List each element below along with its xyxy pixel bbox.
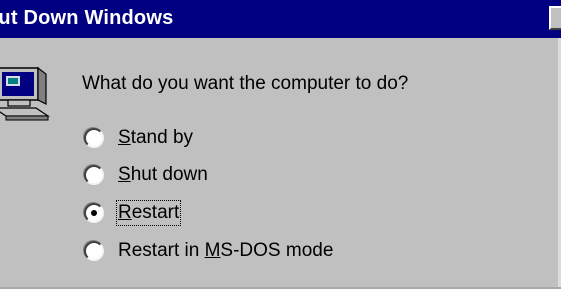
radio-button[interactable]	[84, 128, 104, 148]
window-title: hut Down Windows	[0, 7, 174, 29]
option-restart-ms-dos[interactable]: Restart in MS-DOS mode	[84, 238, 333, 264]
accelerator-key: S	[118, 164, 131, 185]
label-text: estart	[131, 202, 180, 223]
computer-icon	[0, 66, 50, 121]
label-text: S-DOS mode	[220, 240, 334, 261]
title-bar[interactable]: hut Down Windows	[0, 0, 561, 38]
option-label[interactable]: Restart in MS-DOS mode	[118, 240, 333, 262]
title-bar-button[interactable]	[549, 6, 561, 30]
label-text: tand by	[130, 127, 194, 148]
option-label[interactable]: Shut down	[118, 164, 208, 186]
label-text: hut down	[130, 164, 208, 185]
option-label[interactable]: Stand by	[118, 127, 193, 149]
option-shut-down[interactable]: Shut down	[84, 162, 208, 188]
dialog-prompt: What do you want the computer to do?	[82, 73, 409, 94]
accelerator-key: M	[204, 240, 221, 261]
option-restart[interactable]: Restart	[84, 200, 182, 226]
radio-button[interactable]	[84, 241, 104, 261]
option-label[interactable]: Restart	[115, 200, 182, 226]
radio-button[interactable]	[84, 203, 104, 223]
accelerator-key: R	[118, 202, 132, 223]
label-text: Restart in	[118, 240, 205, 261]
accelerator-key: S	[118, 127, 131, 148]
radio-button[interactable]	[84, 165, 104, 185]
option-stand-by[interactable]: Stand by	[84, 125, 193, 151]
